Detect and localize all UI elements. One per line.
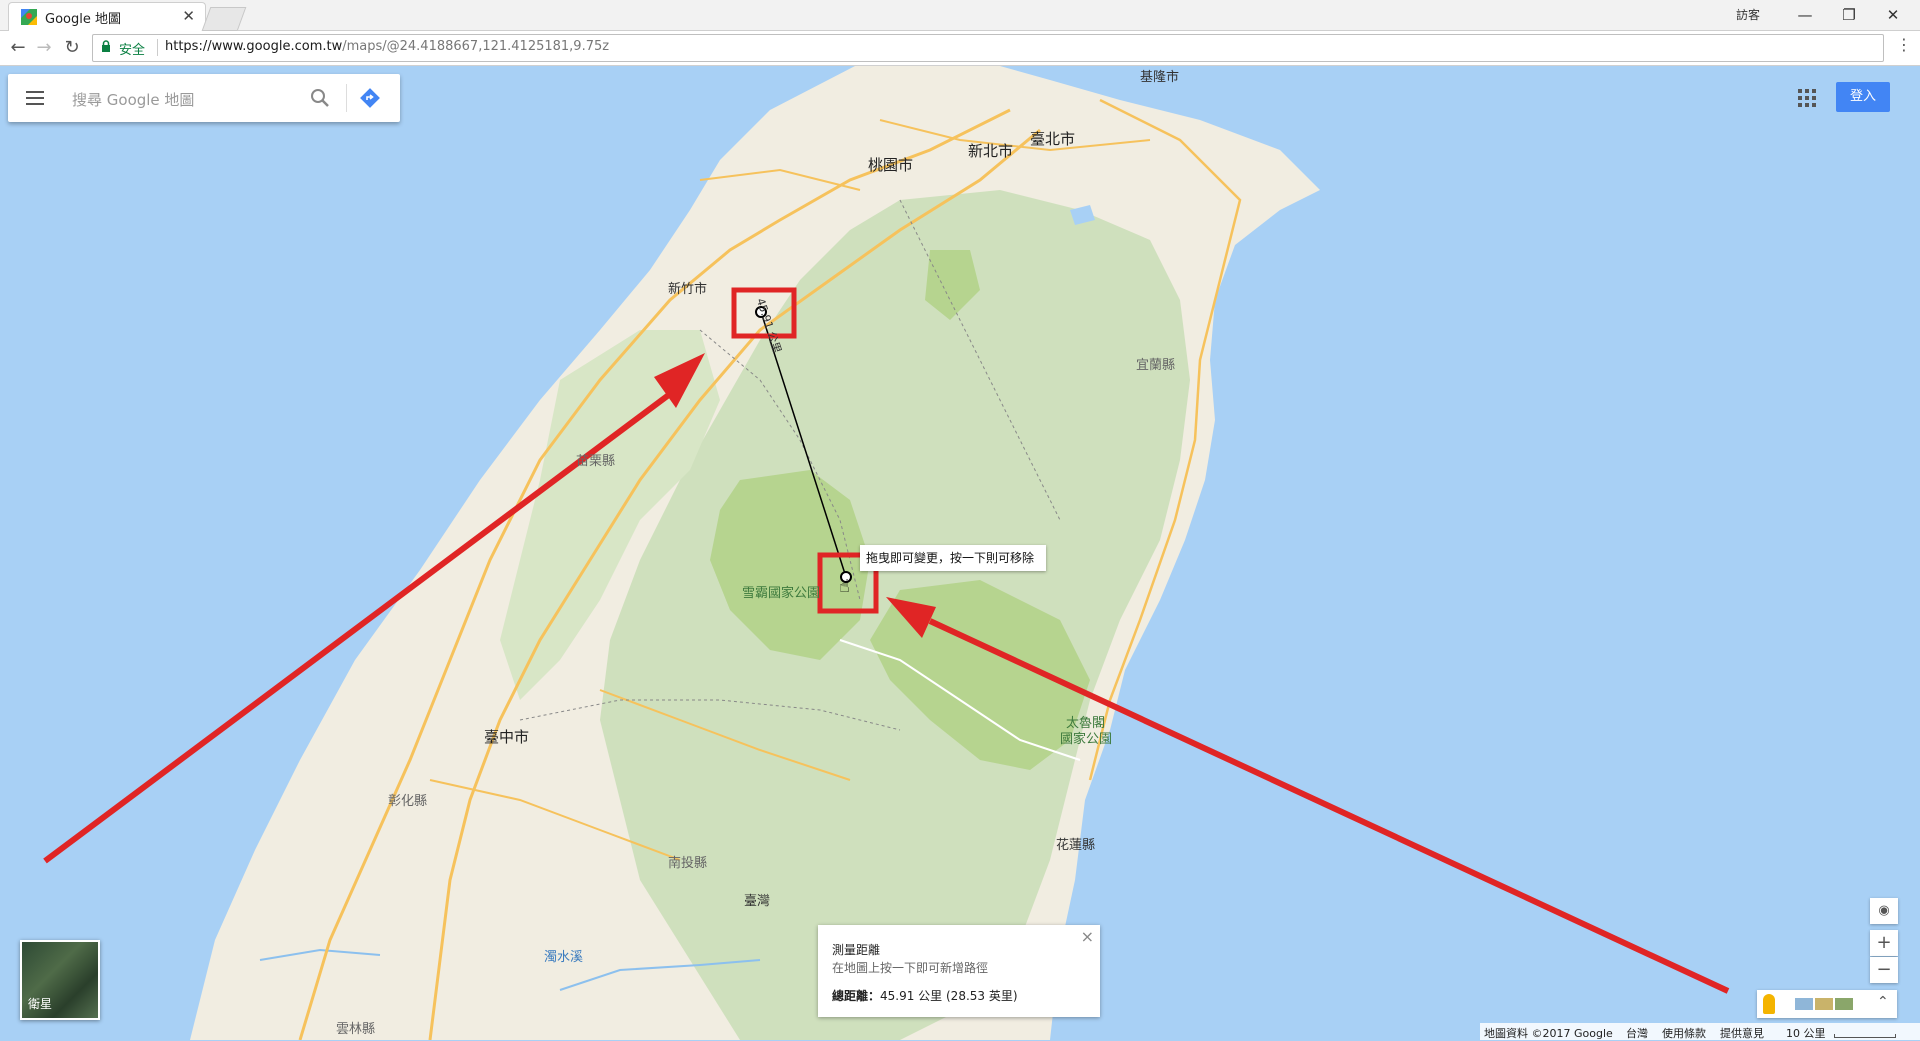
tab-strip: Google 地圖 ✕ 訪客 — ❐ ✕ xyxy=(0,0,1920,31)
label-changhua: 彰化縣 xyxy=(388,794,428,809)
browser-tab[interactable]: Google 地圖 ✕ xyxy=(8,2,206,31)
scale-label[interactable]: 10 公里 xyxy=(1786,1025,1826,1041)
label-taoyuan: 桃園市 xyxy=(868,156,914,174)
reload-icon[interactable]: ↻ xyxy=(60,36,84,60)
imagery-thumbnail-2[interactable] xyxy=(1815,998,1833,1010)
forward-icon[interactable]: → xyxy=(32,36,56,60)
label-yunlin: 雲林縣 xyxy=(336,1022,376,1037)
label-taipei: 臺北市 xyxy=(1030,130,1076,148)
label-taroko-line2: 國家公園 xyxy=(1060,732,1113,747)
secure-label: 安全 xyxy=(119,43,146,58)
drag-tooltip: 拖曳即可變更，按一下則可移除 xyxy=(860,545,1046,571)
feedback-link[interactable]: 提供意見 xyxy=(1720,1025,1764,1041)
search-input[interactable]: 搜尋 Google 地圖 xyxy=(72,89,194,110)
zoom-out-button[interactable]: − xyxy=(1870,957,1898,983)
directions-icon[interactable] xyxy=(358,86,382,110)
browser-menu-icon[interactable]: ⋮ xyxy=(1896,35,1912,54)
my-location-icon[interactable]: ◉ xyxy=(1870,898,1898,924)
address-divider xyxy=(157,39,158,56)
window-close-icon[interactable]: ✕ xyxy=(1873,3,1913,27)
tab-title: Google 地圖 xyxy=(45,12,121,27)
label-nantou: 南投縣 xyxy=(668,856,708,871)
new-tab-button[interactable] xyxy=(201,7,247,31)
map-attribution: 地圖資料 ©2017 Google 台灣 使用條款 提供意見 10 公里 xyxy=(1480,1023,1920,1040)
imagery-thumbnail-1[interactable] xyxy=(1795,998,1813,1010)
apps-grid-icon[interactable] xyxy=(1798,89,1816,107)
google-maps-icon xyxy=(21,9,37,25)
hand-cursor-icon: ☝ xyxy=(839,576,850,597)
scale-bar xyxy=(1834,1034,1896,1038)
url-host: https://www.google.com.tw xyxy=(165,39,343,54)
label-hualien: 花蓮縣 xyxy=(1056,838,1096,853)
map-bottom-controls: ⌃ xyxy=(1757,990,1897,1018)
measure-title: 測量距離 xyxy=(832,943,881,957)
close-icon[interactable]: × xyxy=(1081,927,1094,946)
label-keelung: 基隆市 xyxy=(1140,70,1180,85)
satellite-toggle[interactable]: 衛星 xyxy=(20,940,100,1020)
pegman-icon[interactable] xyxy=(1763,994,1775,1014)
label-miaoli: 苗栗縣 xyxy=(576,454,616,469)
label-taichung: 臺中市 xyxy=(484,728,530,746)
address-bar[interactable]: 安全 https://www.google.com.tw/maps/@24.41… xyxy=(92,34,1884,62)
label-shei-pa: 雪霸國家公園 xyxy=(742,586,821,601)
tab-close-icon[interactable]: ✕ xyxy=(182,7,195,25)
back-icon[interactable]: ← xyxy=(6,36,30,60)
label-yilan: 宜蘭縣 xyxy=(1136,358,1176,373)
search-box: 搜尋 Google 地圖 xyxy=(8,74,400,122)
attribution-data: 地圖資料 ©2017 Google xyxy=(1484,1027,1613,1040)
url-text: https://www.google.com.tw/maps/@24.41886… xyxy=(165,39,609,54)
imagery-thumbnail-3[interactable] xyxy=(1835,998,1853,1010)
zoom-in-button[interactable]: + xyxy=(1870,930,1898,956)
search-divider xyxy=(346,84,347,112)
measure-total-label: 總距離： xyxy=(832,989,881,1003)
menu-icon[interactable] xyxy=(26,91,44,105)
minimize-icon[interactable]: — xyxy=(1785,3,1825,27)
label-zhuoshui-river: 濁水溪 xyxy=(544,950,584,965)
lock-icon xyxy=(102,40,110,52)
browser-toolbar: ← → ↻ 安全 https://www.google.com.tw/maps/… xyxy=(0,31,1920,66)
label-taiwan: 臺灣 xyxy=(744,894,771,909)
chevron-up-icon[interactable]: ⌃ xyxy=(1877,994,1889,1010)
terms-link[interactable]: 使用條款 xyxy=(1662,1025,1706,1041)
measure-total: 總距離：45.91 公里 (28.53 英里) xyxy=(832,987,1018,1004)
url-path: /maps/@24.4188667,121.4125181,9.75z xyxy=(342,39,610,54)
measure-distance-card: 測量距離 在地圖上按一下即可新增路徑 總距離：45.91 公里 (28.53 英… xyxy=(818,925,1100,1017)
signin-button[interactable]: 登入 xyxy=(1836,82,1890,112)
search-icon[interactable] xyxy=(308,86,332,110)
label-hsinchu: 新竹市 xyxy=(668,282,708,297)
satellite-label: 衛星 xyxy=(28,997,53,1011)
browser-user-label[interactable]: 訪客 xyxy=(1736,6,1760,23)
attribution-region[interactable]: 台灣 xyxy=(1626,1025,1648,1041)
label-new-taipei: 新北市 xyxy=(968,142,1014,160)
measure-hint: 在地圖上按一下即可新增路徑 xyxy=(832,961,989,975)
restore-icon[interactable]: ❐ xyxy=(1829,3,1869,27)
measure-total-value: 45.91 公里 (28.53 英里) xyxy=(880,989,1018,1003)
